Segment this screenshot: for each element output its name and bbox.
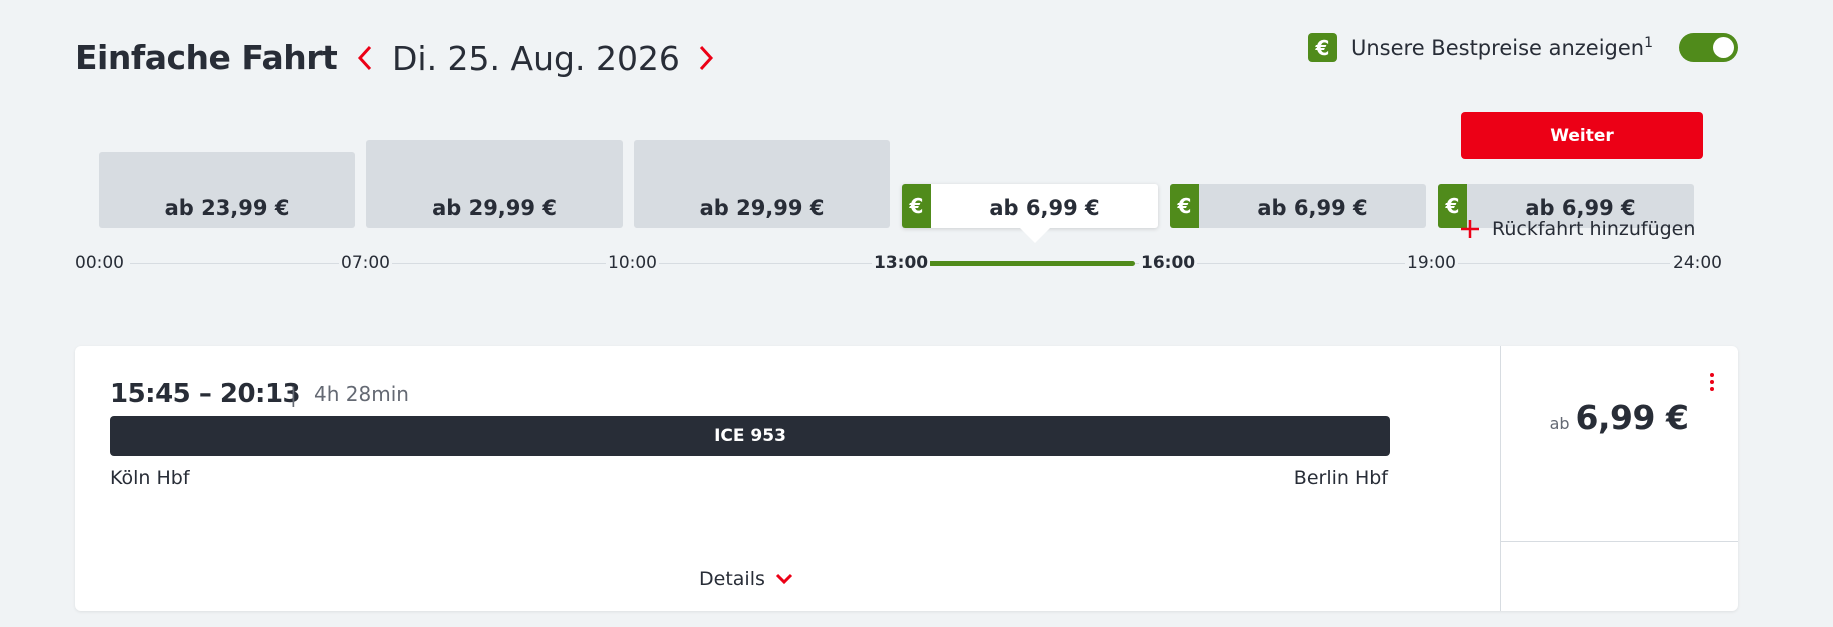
- slot-price: ab 29,99 €: [699, 196, 825, 220]
- next-day-button[interactable]: [686, 38, 726, 78]
- train-bar[interactable]: ICE 953: [110, 416, 1390, 456]
- connection-card: 15:45 – 20:13 | 4h 28min ICE 953 Köln Hb…: [75, 346, 1738, 611]
- continue-button[interactable]: Weiter: [1461, 112, 1703, 159]
- page-title: Einfache Fahrt: [75, 38, 338, 77]
- timeline-tick-active: 13:00: [872, 253, 931, 273]
- timeline-tick-active: 16:00: [1139, 253, 1198, 273]
- chevron-right-icon: [699, 45, 714, 71]
- connection-times: 15:45 – 20:13: [110, 379, 301, 409]
- details-label: Details: [699, 568, 765, 590]
- previous-day-button[interactable]: [345, 38, 385, 78]
- connection-duration: 4h 28min: [314, 382, 409, 406]
- plus-icon: [1461, 220, 1479, 238]
- timeline-active-range: [928, 261, 1135, 266]
- time-slot-4[interactable]: € ab 6,99 €: [1170, 184, 1426, 228]
- toggle-knob: [1713, 37, 1734, 58]
- add-return-trip-button[interactable]: Rückfahrt hinzufügen: [1460, 218, 1695, 240]
- time-slot-1[interactable]: ab 29,99 €: [366, 140, 623, 228]
- slot-price: ab 6,99 €: [1257, 196, 1368, 220]
- time-slot-0[interactable]: ab 23,99 €: [99, 152, 355, 228]
- more-options-icon[interactable]: [1705, 370, 1719, 394]
- price-value: 6,99 €: [1575, 398, 1689, 437]
- timeline-tick: 07:00: [339, 253, 392, 273]
- bestprice-toggle-label: Unsere Bestpreise anzeigen1: [1351, 35, 1653, 60]
- price-prefix: ab: [1549, 414, 1570, 433]
- time-slot-3[interactable]: € ab 6,99 €: [902, 184, 1158, 228]
- departure-station: Köln Hbf: [110, 467, 190, 489]
- dot: [1710, 387, 1714, 391]
- time-slot-2[interactable]: ab 29,99 €: [634, 140, 890, 228]
- bestprice-toggle[interactable]: [1679, 33, 1738, 62]
- times-separator: |: [290, 383, 297, 407]
- slot-price: ab 23,99 €: [164, 196, 290, 220]
- slot-price: ab 6,99 €: [989, 196, 1100, 220]
- timeline-tick: 10:00: [606, 253, 659, 273]
- date-label: Di. 25. Aug. 2026: [392, 39, 680, 78]
- chevron-down-icon: [775, 573, 792, 585]
- chevron-left-icon: [357, 45, 372, 71]
- footnote-marker: 1: [1644, 35, 1654, 51]
- details-toggle[interactable]: Details: [699, 568, 793, 590]
- euro-badge-icon: €: [902, 184, 931, 228]
- return-trip-label: Rückfahrt hinzufügen: [1492, 218, 1696, 240]
- slot-price: ab 6,99 €: [1525, 196, 1636, 220]
- arrival-station: Berlin Hbf: [1293, 467, 1388, 489]
- slot-price: ab 29,99 €: [432, 196, 557, 220]
- euro-badge-icon: €: [1170, 184, 1199, 228]
- card-divider: [1500, 541, 1738, 542]
- bestprice-label-text: Unsere Bestpreise anzeigen: [1351, 36, 1645, 60]
- selected-slot-pointer: [1020, 228, 1050, 243]
- dot: [1710, 380, 1714, 384]
- price-display: ab 6,99 €: [1500, 398, 1738, 437]
- euro-badge-icon: €: [1308, 33, 1337, 62]
- dot: [1710, 373, 1714, 377]
- timeline-tick: 24:00: [1671, 253, 1724, 273]
- timeline-tick: 00:00: [73, 253, 126, 273]
- timeline-tick: 19:00: [1405, 253, 1458, 273]
- card-divider: [1500, 346, 1501, 611]
